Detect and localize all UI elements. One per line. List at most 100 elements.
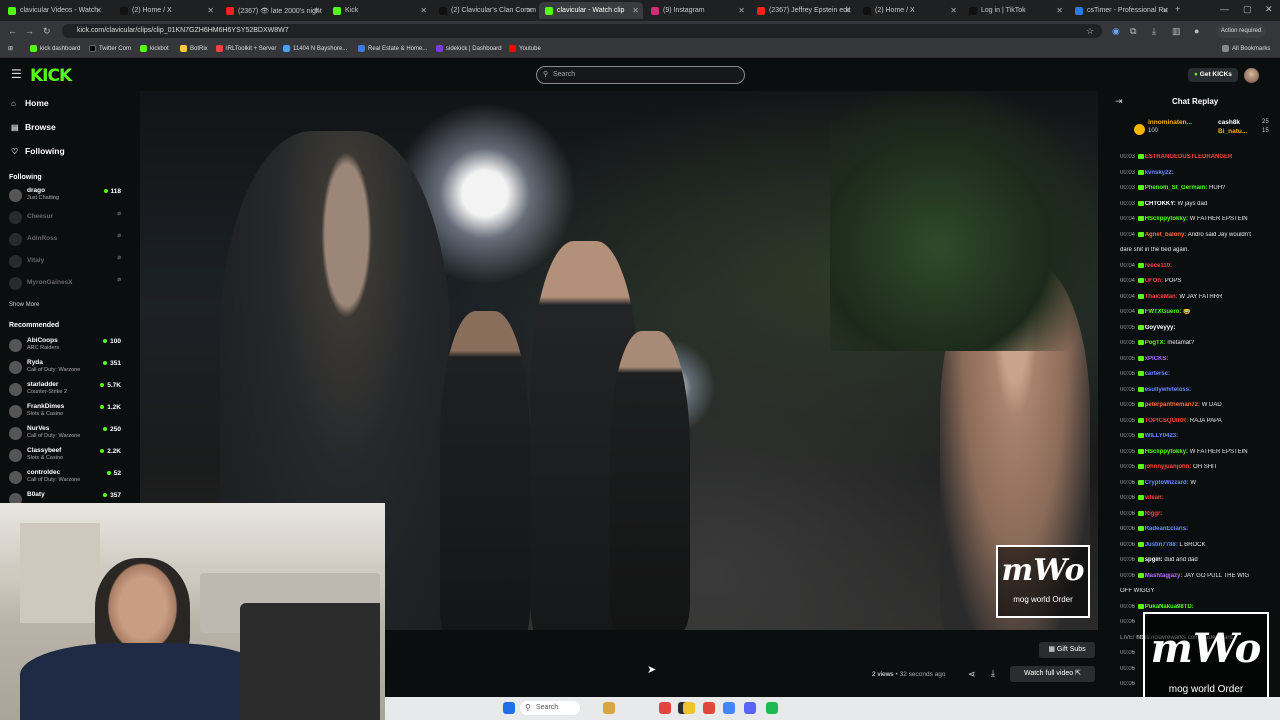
chat-username[interactable]: xPICKS: xyxy=(1145,356,1169,362)
chat-username[interactable]: Phenom_St_Germain: xyxy=(1145,185,1208,191)
recommended-channel[interactable]: FrankDimes Slots & Casino 1.2K xyxy=(9,402,121,422)
following-channel[interactable]: Cheesur ⌀ xyxy=(9,208,121,228)
chat-username[interactable]: Riggr: xyxy=(1145,511,1163,517)
forward-icon[interactable]: → xyxy=(25,26,34,36)
new-tab-icon[interactable]: + xyxy=(1175,4,1180,14)
chat-username[interactable]: RadeanEclaris: xyxy=(1145,526,1188,532)
close-tab-icon[interactable]: ✕ xyxy=(207,6,214,15)
bookmark-item[interactable]: sidekick | Dashboard xyxy=(436,45,502,52)
menu-icon[interactable]: ☰ xyxy=(11,67,22,81)
recommended-channel[interactable]: AbiCoops ARC Raiders 100 xyxy=(9,336,121,356)
recommended-channel[interactable]: starladder Counter-Strike 2 5.7K xyxy=(9,380,121,400)
reload-icon[interactable]: ↻ xyxy=(43,26,51,37)
browser-tab[interactable]: Log in | TikTok ✕ xyxy=(963,2,1067,19)
bookmark-item[interactable]: 11404 N Bayshore... xyxy=(283,45,347,52)
bookmark-item[interactable]: BotRix xyxy=(180,45,208,52)
browser-tab[interactable]: csTimer - Professional Ru ✕ xyxy=(1069,2,1173,19)
back-icon[interactable]: ← xyxy=(8,26,17,36)
chat-username[interactable]: FWTXGuero: xyxy=(1145,309,1182,315)
chat-username[interactable]: esullywhiteloss: xyxy=(1145,387,1191,393)
action-required-button[interactable]: Action required xyxy=(1216,24,1266,38)
bookmark-item[interactable]: kickbot xyxy=(140,45,169,52)
get-kicks-button[interactable]: ● Get KICKs xyxy=(1188,68,1238,82)
chat-username[interactable]: johnnyjuanjohn: xyxy=(1145,464,1192,470)
browser-tab[interactable]: (2367) 👁 late 2000's night ✕ xyxy=(220,2,324,19)
chat-username[interactable]: WILLY0423: xyxy=(1145,433,1178,439)
chat-username[interactable]: ThaiceMan: xyxy=(1145,294,1178,300)
chat-username[interactable]: kvnsky22: xyxy=(1145,170,1174,176)
profile-icon[interactable]: ● xyxy=(1194,26,1199,36)
chrome-icon[interactable] xyxy=(723,702,735,714)
taskbar-search[interactable]: ⚲ Search xyxy=(520,701,580,715)
chat-username[interactable]: Justin7788: xyxy=(1145,542,1178,548)
browser-tab[interactable]: (2367) Jeffrey Epstein edit ✕ xyxy=(751,2,855,19)
close-tab-icon[interactable]: ✕ xyxy=(844,6,851,15)
chat-username[interactable]: ESTRANGEDUSTLEDRANGER xyxy=(1145,154,1233,160)
app-icon[interactable] xyxy=(703,702,715,714)
chat-username[interactable]: PogTX: xyxy=(1145,340,1166,346)
recommended-channel[interactable]: Ryda Call of Duty: Warzone 351 xyxy=(9,358,121,378)
bookmark-item[interactable]: Twitter Com xyxy=(89,45,131,52)
nav-home[interactable]: ⌂ Home xyxy=(11,98,49,108)
following-channel[interactable]: AdinRoss ⌀ xyxy=(9,230,121,250)
chat-username[interactable]: HSclippytokky: xyxy=(1145,449,1188,455)
maximize-icon[interactable]: ▢ xyxy=(1243,4,1252,15)
bookmark-item[interactable]: IRLToolkit + Server xyxy=(216,45,276,52)
chat-username[interactable]: peterpantheman72: xyxy=(1145,402,1200,408)
chat-username[interactable]: Agnet_balony: xyxy=(1145,232,1187,238)
collapse-chat-icon[interactable]: ⇥ xyxy=(1115,96,1123,107)
bookmark-item[interactable]: Real Estate & Home... xyxy=(358,45,427,52)
recommended-channel[interactable]: Classybeef Slots & Casino 2.2K xyxy=(9,446,121,466)
extensions-puzzle-icon[interactable]: ⧉ xyxy=(1130,26,1136,37)
browser-tab[interactable]: (2) Home / X ✕ xyxy=(114,2,218,19)
chrome-icon[interactable] xyxy=(659,702,671,714)
minimize-icon[interactable]: — xyxy=(1220,4,1229,14)
browser-tab[interactable]: (9) Instagram ✕ xyxy=(645,2,749,19)
chat-username[interactable]: Mashtagjazy: xyxy=(1145,573,1183,579)
bookmark-item[interactable]: kick dashboard xyxy=(30,45,80,52)
close-tab-icon[interactable]: ✕ xyxy=(1162,6,1169,15)
file-explorer-icon[interactable] xyxy=(683,702,695,714)
sidepanel-icon[interactable]: ▥ xyxy=(1172,26,1181,37)
recommended-channel[interactable]: controldec Call of Duty: Warzone 52 xyxy=(9,468,121,488)
bookmark-item[interactable]: Youtube xyxy=(509,45,541,52)
close-tab-icon[interactable]: ✕ xyxy=(950,6,957,15)
close-tab-icon[interactable]: ✕ xyxy=(632,6,639,15)
apps-icon[interactable]: ⊞ xyxy=(8,45,13,52)
chat-username[interactable]: GoyVeyyy: xyxy=(1145,325,1176,331)
gift-subs-button[interactable]: ▦ Gift Subs xyxy=(1039,642,1095,658)
url-input[interactable]: kick.com/clavicular/clips/clip_01KN7GZH6… xyxy=(62,24,1102,38)
user-avatar[interactable] xyxy=(1244,68,1259,83)
chat-username[interactable]: CryptoWizzard: xyxy=(1145,480,1189,486)
close-tab-icon[interactable]: ✕ xyxy=(95,6,102,15)
download-clip-icon[interactable]: ⤓ xyxy=(991,668,995,679)
all-bookmarks[interactable]: All Bookmarks xyxy=(1222,45,1270,52)
search-input[interactable]: ⚲ Search xyxy=(536,66,745,84)
following-channel[interactable]: drago Just Chatting 118 xyxy=(9,186,121,206)
chat-username[interactable]: PukaNakua98TD: xyxy=(1145,604,1194,610)
nav-browse[interactable]: ▤ Browse xyxy=(11,122,56,132)
download-icon[interactable]: ⤓ xyxy=(1152,26,1156,37)
close-tab-icon[interactable]: ✕ xyxy=(420,6,427,15)
recommended-channel[interactable]: NurVes Call of Duty: Warzone 250 xyxy=(9,424,121,444)
kick-logo[interactable]: KICK xyxy=(30,66,72,86)
bookmark-star-icon[interactable]: ☆ xyxy=(1086,26,1094,37)
following-channel[interactable]: Vitaly ⌀ xyxy=(9,252,121,272)
chat-username[interactable]: vilean: xyxy=(1145,495,1164,501)
browser-tab[interactable]: Kick ✕ xyxy=(327,2,431,19)
close-window-icon[interactable]: ✕ xyxy=(1265,4,1273,15)
show-more-link[interactable]: Show More xyxy=(9,302,39,308)
close-tab-icon[interactable]: ✕ xyxy=(313,6,320,15)
browser-tab[interactable]: (2) Clavicular's Clan Comm ✕ xyxy=(433,2,537,19)
app-icon[interactable] xyxy=(603,702,615,714)
close-tab-icon[interactable]: ✕ xyxy=(526,6,533,15)
share-icon[interactable]: ⋖ xyxy=(968,669,976,680)
browser-tab[interactable]: clavicular - Watch clip ✕ xyxy=(539,2,643,19)
chat-username[interactable]: UFOh: xyxy=(1145,278,1163,284)
browser-tab[interactable]: clavicular Videos - Watch ✕ xyxy=(2,2,106,19)
nav-following[interactable]: ♡ Following xyxy=(11,146,65,156)
close-tab-icon[interactable]: ✕ xyxy=(738,6,745,15)
browser-tab[interactable]: (2) Home / X ✕ xyxy=(857,2,961,19)
chat-username[interactable]: spgin: xyxy=(1145,557,1163,563)
chat-username[interactable]: HSclippytokky: xyxy=(1145,216,1188,222)
